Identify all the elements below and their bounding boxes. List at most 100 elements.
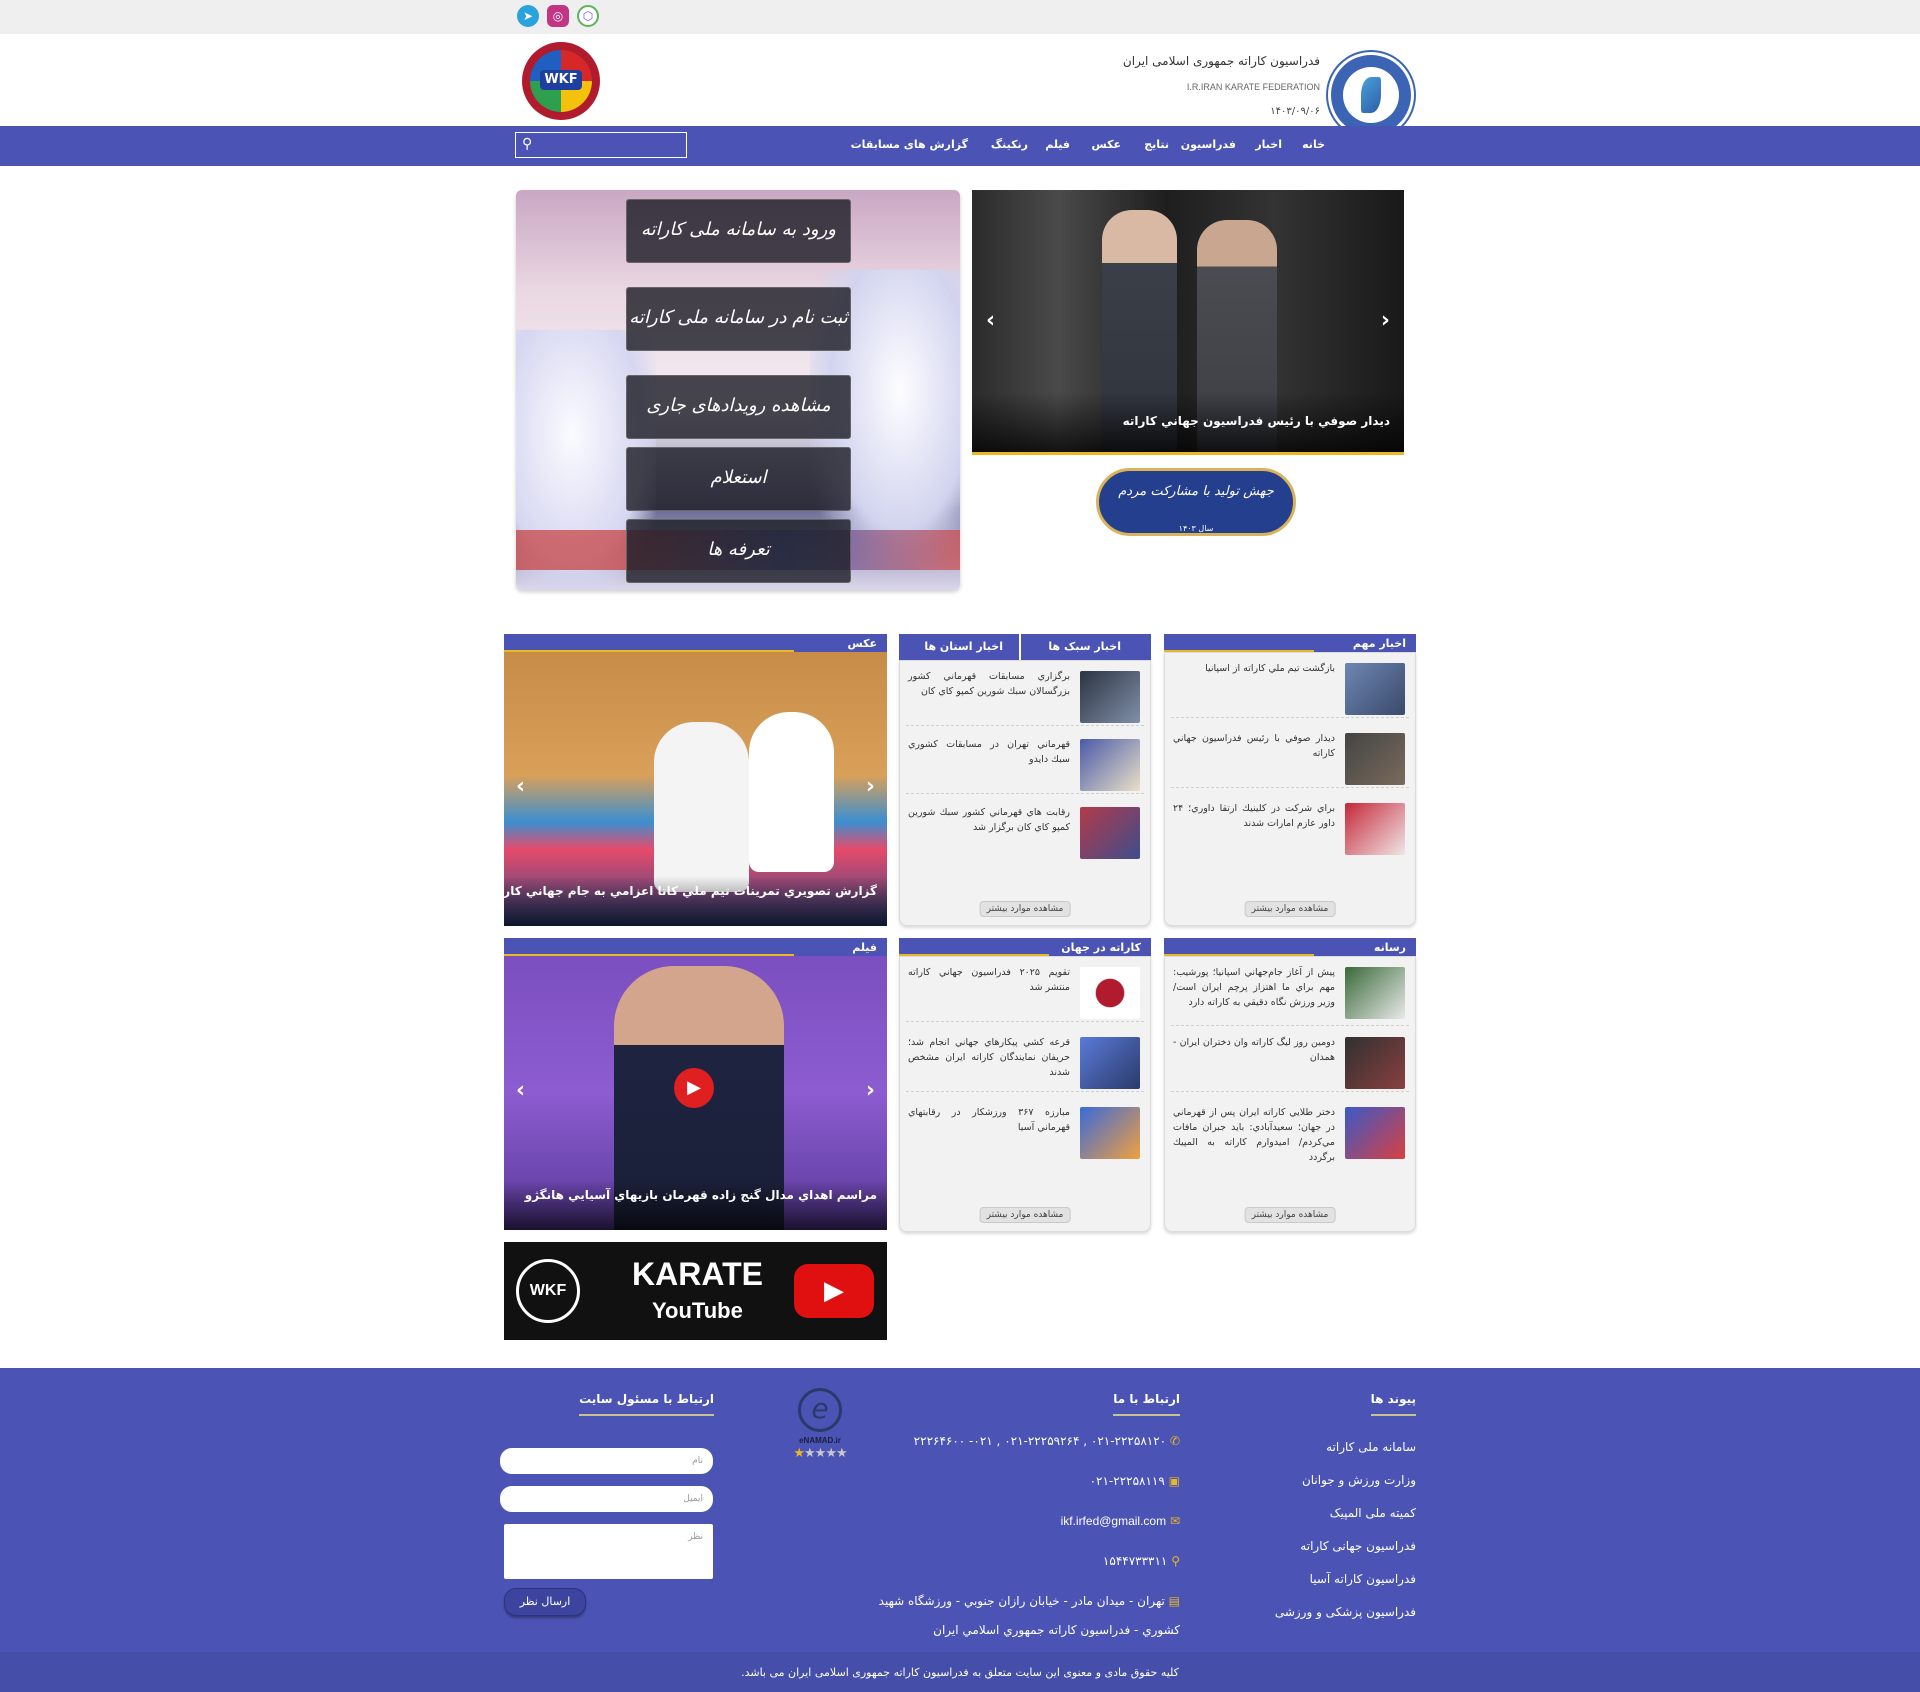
photo-next-arrow[interactable]: › <box>866 774 875 799</box>
search-icon[interactable]: ⚲ <box>522 136 532 152</box>
play-icon[interactable]: ▶ <box>674 1068 714 1108</box>
nav-results[interactable]: نتایج <box>1144 138 1169 151</box>
film-next-arrow[interactable]: › <box>866 1078 875 1103</box>
footer-postal: ⚲ ۱۵۴۴۷۳۳۳۱۱ <box>1103 1554 1180 1568</box>
nav-news[interactable]: اخبار <box>1255 138 1282 151</box>
menu-button-register[interactable]: ثبت نام در سامانه ملی کاراته <box>626 287 851 351</box>
email-icon: ✉ <box>1169 1514 1180 1528</box>
world-karate-title: کاراته در جهان <box>1061 941 1141 954</box>
footer-link[interactable]: وزارت ورزش و جوانان <box>1302 1473 1416 1487</box>
photo-prev-arrow[interactable]: ‹ <box>516 774 525 799</box>
news-item[interactable]: پيش از آغاز جام‌جهاني اسپانيا؛ پورشيب: م… <box>1171 959 1409 1026</box>
important-news-more-button[interactable]: مشاهده موارد بیشتر <box>1244 901 1336 917</box>
slide-photo-athlete-2 <box>749 712 834 872</box>
footer-link[interactable]: فدراسیون جهانی کاراته <box>1300 1539 1416 1553</box>
slide-photo-athlete-1 <box>654 722 749 892</box>
nav-competition-reports[interactable]: گزارش های مسابقات <box>851 138 968 151</box>
telegram-icon[interactable]: ➤ <box>517 5 539 27</box>
media-more-button[interactable]: مشاهده موارد بیشتر <box>1244 1207 1336 1223</box>
map-icon: ▤ <box>1168 1594 1180 1608</box>
news-item[interactable]: تقويم ۲۰۲۵ فدراسيون جهاني كاراته منتشر ش… <box>906 959 1144 1022</box>
news-title[interactable]: پيش از آغاز جام‌جهاني اسپانيا؛ پورشيب: م… <box>1173 965 1335 1010</box>
site-footer: پیوند ها سامانه ملی کاراته وزارت ورزش و … <box>0 1368 1920 1652</box>
news-title[interactable]: قهرماني تهران در مسابقات كشوري سبك دايدو <box>908 737 1070 767</box>
email-field[interactable]: ایمیل <box>500 1486 713 1512</box>
news-title[interactable]: تقويم ۲۰۲۵ فدراسيون جهاني كاراته منتشر ش… <box>908 965 1070 995</box>
news-title[interactable]: دختر طلايي كاراته ايران پس از قهرماني در… <box>1173 1105 1335 1165</box>
news-item[interactable]: قهرماني تهران در مسابقات كشوري سبك دايدو <box>906 731 1144 794</box>
menu-button-inquiry[interactable]: استعلام <box>626 447 851 511</box>
enamad-logo[interactable]: e eNAMAD.ir ★★★★★ <box>780 1384 860 1468</box>
hero-slider[interactable]: ‹ › ديدار صوفي با رئيس فدراسيون جهاني كا… <box>972 190 1404 452</box>
menu-button-events[interactable]: مشاهده رویدادهای جاری <box>626 375 851 439</box>
enamad-stars-icon: ★★★★★ <box>793 1446 847 1461</box>
youtube-banner[interactable]: WKF KARATE YouTube ▶ <box>504 1242 887 1340</box>
footer-link[interactable]: کمیته ملی المپیک <box>1330 1506 1416 1520</box>
footer-link[interactable]: فدراسیون پزشکی و ورزشی <box>1275 1605 1416 1619</box>
fax-text: ۰۲۱-۲۲۲۵۸۱۱۹ <box>1089 1474 1165 1488</box>
news-title[interactable]: دومين روز ليگ كاراته وان دختران ايران - … <box>1173 1035 1335 1065</box>
news-title[interactable]: بازگشت تيم ملي كاراته از اسپانيا <box>1173 661 1335 676</box>
film-title: فیلم <box>852 941 877 954</box>
film-prev-arrow[interactable]: ‹ <box>516 1078 525 1103</box>
rubika-icon[interactable]: ⬡ <box>577 5 599 27</box>
nav-film[interactable]: فیلم <box>1045 138 1070 151</box>
comment-field[interactable]: نظر <box>504 1524 713 1579</box>
news-title[interactable]: براي شركت در كلينيك ارتقا داوري؛ ۲۴ داور… <box>1173 801 1335 831</box>
news-thumbnail <box>1080 807 1140 859</box>
instagram-icon[interactable]: ◎ <box>547 5 569 27</box>
slide-caption[interactable]: ديدار صوفي با رئيس فدراسيون جهاني كاراته <box>1123 414 1390 428</box>
menu-button-tariffs[interactable]: تعرفه ها <box>626 519 851 583</box>
photo-title: عکس <box>847 637 877 650</box>
footer-links-title: پیوند ها <box>1370 1392 1416 1416</box>
nav-ranking[interactable]: رنکینگ <box>991 138 1028 151</box>
submit-comment-button[interactable]: ارسال نظر <box>504 1588 586 1616</box>
news-item[interactable]: مبارزه ۳۶۷ ورزشكار در رقابتهاي قهرماني آ… <box>906 1099 1144 1161</box>
campaign-banner[interactable]: جهش تولید با مشارکت مردم سال ۱۴۰۳ <box>1088 462 1304 542</box>
footer-link[interactable]: فدراسیون کاراته آسیا <box>1310 1572 1416 1586</box>
news-title[interactable]: برگزاري مسابقات قهرماني كشور بزرگسالان س… <box>908 669 1070 699</box>
footer-email[interactable]: ✉ ikf.irfed@gmail.com <box>1061 1514 1180 1528</box>
world-karate-more-button[interactable]: مشاهده موارد بیشتر <box>979 1207 1071 1223</box>
menu-button-login[interactable]: ورود به سامانه ملی کاراته <box>626 199 851 263</box>
news-title[interactable]: رقابت هاي قهرماني كشور سبك شورين كمپو كا… <box>908 805 1070 835</box>
news-item[interactable]: دومين روز ليگ كاراته وان دختران ايران - … <box>1171 1029 1409 1092</box>
film-slider[interactable]: ▶ ‹ › مراسم اهداي مدال گنج زاده قهرمان ب… <box>504 956 887 1230</box>
news-item[interactable]: رقابت هاي قهرماني كشور سبك شورين كمپو كا… <box>906 799 1144 861</box>
news-title[interactable]: ديدار صوفي با رئيس فدراسيون جهاني كاراته <box>1173 731 1335 761</box>
news-item[interactable]: بازگشت تيم ملي كاراته از اسپانيا <box>1171 655 1409 718</box>
tab-style-news[interactable]: اخبار سبک ها <box>1021 634 1151 662</box>
email-placeholder: ایمیل <box>683 1494 703 1504</box>
email-text[interactable]: ikf.irfed@gmail.com <box>1061 1514 1167 1528</box>
slider-prev-arrow[interactable]: ‹ <box>986 308 995 333</box>
nav-photo[interactable]: عکس <box>1092 138 1121 151</box>
news-title[interactable]: قرعه كشي پيكارهاي جهاني انجام شد؛ حريفان… <box>908 1035 1070 1080</box>
nav-home[interactable]: خانه <box>1302 138 1325 151</box>
news-item[interactable]: دختر طلايي كاراته ايران پس از قهرماني در… <box>1171 1099 1409 1169</box>
news-item[interactable]: براي شركت در كلينيك ارتقا داوري؛ ۲۴ داور… <box>1171 795 1409 857</box>
news-item[interactable]: برگزاري مسابقات قهرماني كشور بزرگسالان س… <box>906 663 1144 726</box>
footer-link[interactable]: سامانه ملی کاراته <box>1326 1440 1416 1454</box>
tab-province-news[interactable]: اخبار استان ها <box>899 634 1019 660</box>
comment-placeholder: نظر <box>688 1532 703 1542</box>
wkf-logo-text: WKF <box>540 70 582 90</box>
name-field[interactable]: نام <box>500 1448 713 1474</box>
nav-federation[interactable]: فدراسیون <box>1181 138 1236 151</box>
news-item[interactable]: قرعه كشي پيكارهاي جهاني انجام شد؛ حريفان… <box>906 1029 1144 1092</box>
photo-header: عکس <box>504 634 887 652</box>
search-input[interactable]: ⚲ <box>515 132 687 158</box>
top-bar: ➤ ◎ ⬡ <box>0 0 1920 34</box>
film-header: فیلم <box>504 938 887 956</box>
footer-admin-title: ارتباط با مسئول سایت <box>579 1392 714 1416</box>
news-thumbnail <box>1080 967 1140 1019</box>
news-title[interactable]: مبارزه ۳۶۷ ورزشكار در رقابتهاي قهرماني آ… <box>908 1105 1070 1135</box>
world-karate-header: کاراته در جهان <box>899 938 1151 956</box>
photo-slider[interactable]: ‹ › گزارش تصويري تمرينات تيم ملي كاتا اع… <box>504 652 887 926</box>
slider-next-arrow[interactable]: › <box>1381 308 1390 333</box>
film-caption[interactable]: مراسم اهداي مدال گنج زاده قهرمان بازيهاي… <box>525 1188 877 1202</box>
news-item[interactable]: ديدار صوفي با رئيس فدراسيون جهاني كاراته <box>1171 725 1409 788</box>
style-news-more-button[interactable]: مشاهده موارد بیشتر <box>979 901 1071 917</box>
wkf-logo[interactable]: WKF <box>522 42 600 120</box>
photo-caption[interactable]: گزارش تصويري تمرينات تيم ملي كاتا اعزامي… <box>504 884 877 898</box>
main-nav: خانه اخبار فدراسیون نتایج عکس فیلم رنکین… <box>0 126 1920 166</box>
